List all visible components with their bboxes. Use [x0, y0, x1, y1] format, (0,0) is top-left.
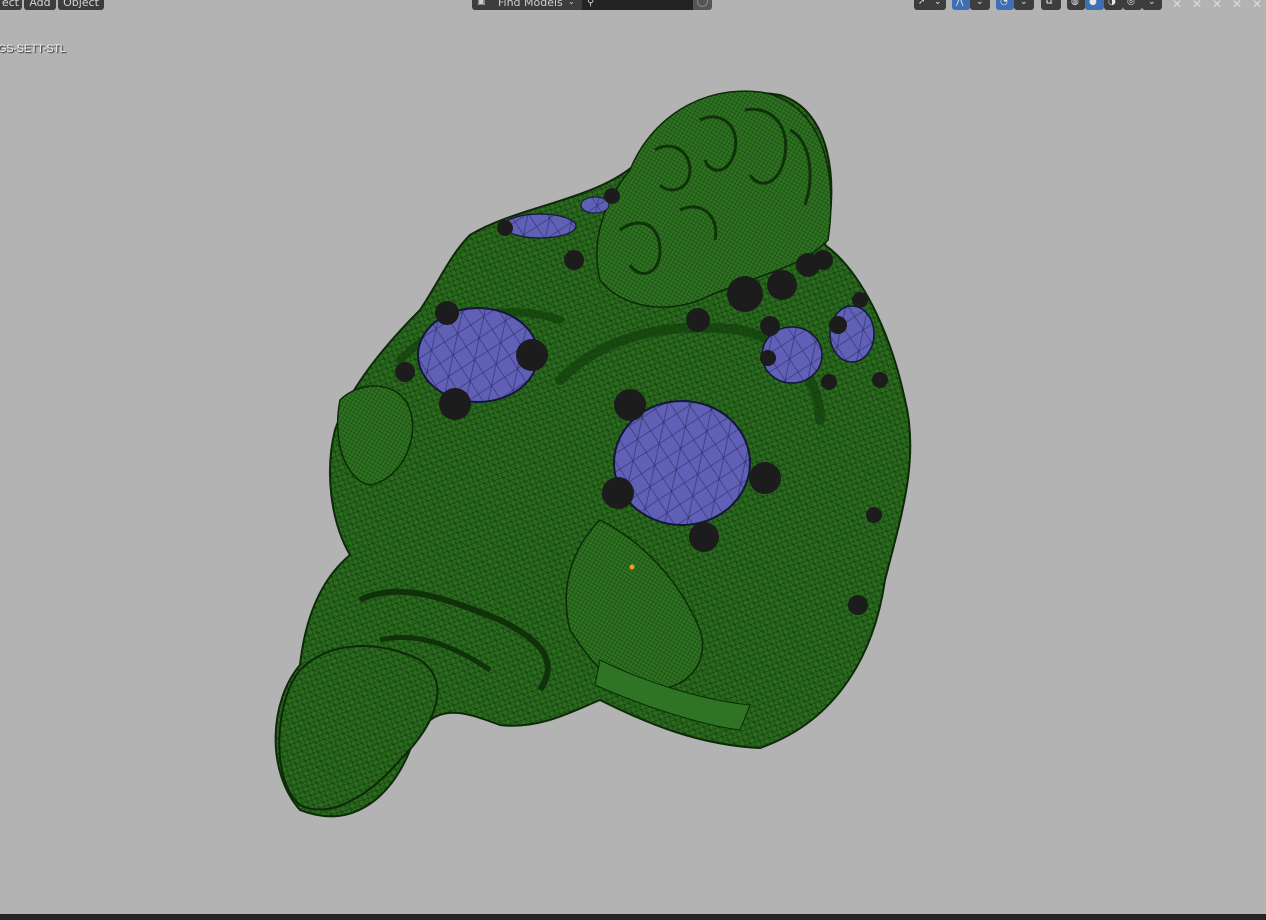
chevron-down-icon: ⌄ — [934, 0, 942, 7]
close-icon[interactable]: ✕ — [1172, 0, 1182, 10]
chevron-down-icon: ⌄ — [1148, 0, 1156, 7]
xray-toggle-button[interactable]: ⧉ — [1041, 0, 1061, 10]
wireframe-shading-button[interactable]: ◍ — [1067, 0, 1085, 10]
chevron-down-icon: ⌄ — [1020, 0, 1028, 7]
shading-dropdown-button[interactable]: ⌄ — [1142, 0, 1162, 10]
close-icon[interactable]: ✕ — [1212, 0, 1222, 10]
chevron-down-icon: ⌄ — [568, 0, 575, 6]
select-menu-button[interactable]: ect — [0, 0, 22, 10]
object-name-label: GS-SETT-STL — [0, 43, 66, 55]
search-icon: ⚲ — [587, 0, 595, 8]
search-clear-button[interactable] — [693, 0, 712, 10]
rendered-shading-button[interactable]: ◎ — [1123, 0, 1142, 10]
gizmo-icon: ⋀ — [956, 0, 964, 7]
bottom-bar — [0, 914, 1266, 920]
solid-shading-icon: ● — [1089, 0, 1097, 7]
overlay-icon: ◔ — [1000, 0, 1008, 7]
object-menu-button[interactable]: Object — [58, 0, 104, 10]
select-tool-icon: ➚ — [918, 0, 926, 7]
overlay-dropdown-button[interactable]: ⌄ — [1014, 0, 1034, 10]
object-origin — [629, 564, 635, 570]
search-input[interactable] — [582, 0, 693, 10]
wireframe-shading-icon: ◍ — [1071, 0, 1079, 7]
overlay-toggle-button[interactable]: ◔ — [996, 0, 1014, 10]
gizmo-toggle-button[interactable]: ⋀ — [952, 0, 970, 10]
solid-shading-button[interactable]: ● — [1085, 0, 1104, 10]
close-icon[interactable]: ✕ — [1232, 0, 1242, 10]
xray-icon: ⧉ — [1046, 0, 1053, 7]
find-models-label: Find Models — [498, 0, 563, 9]
close-icon[interactable]: ✕ — [1252, 0, 1262, 10]
material-shading-icon: ◑ — [1108, 0, 1116, 7]
material-shading-button[interactable]: ◑ — [1104, 0, 1123, 10]
select-tool-button[interactable]: ➚ ⌄ — [914, 0, 946, 10]
gizmo-dropdown-button[interactable]: ⌄ — [970, 0, 990, 10]
3d-viewport[interactable]: GS-SETT-STL — [0, 0, 1266, 914]
rendered-shading-icon: ◎ — [1127, 0, 1135, 7]
chevron-down-icon: ⌄ — [976, 0, 984, 7]
close-icon[interactable]: ✕ — [1192, 0, 1202, 10]
mesh-object[interactable] — [0, 0, 1266, 914]
find-models-dropdown[interactable]: ▣ Find Models ⌄ — [472, 0, 582, 10]
add-menu-button[interactable]: Add — [24, 0, 56, 10]
box-icon: ▣ — [477, 0, 486, 7]
